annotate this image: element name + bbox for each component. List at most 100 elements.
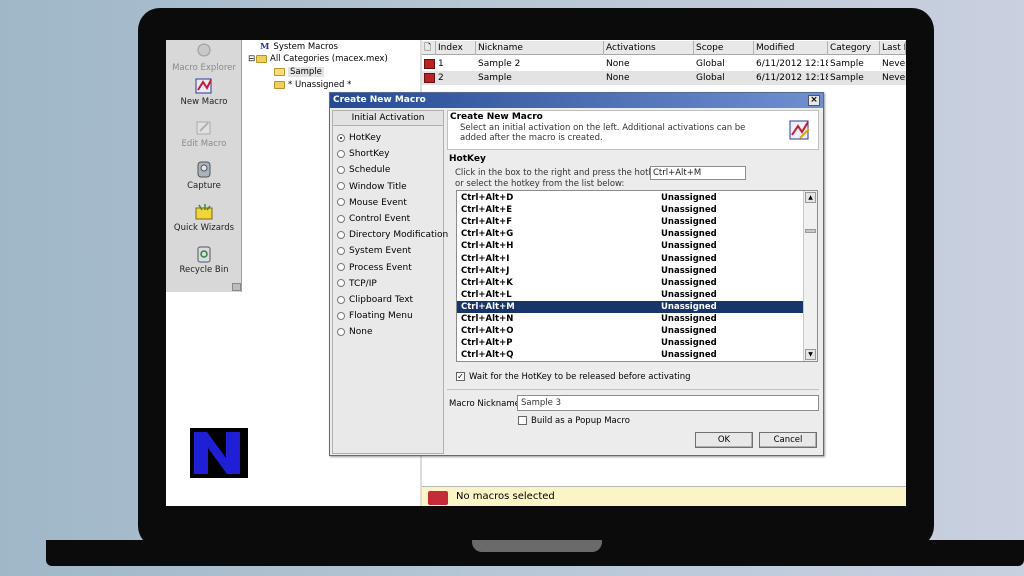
hotkey-row[interactable]: Ctrl+Alt+P Unassigned [457, 337, 803, 349]
cell-activations: None [606, 59, 630, 69]
activation-option[interactable]: Mouse Event [337, 197, 407, 209]
radio-button[interactable] [337, 295, 345, 304]
activation-option[interactable]: Floating Menu [337, 310, 413, 322]
radio-button[interactable] [337, 165, 345, 174]
quick-wizards-button[interactable]: Quick Wizards [166, 202, 242, 233]
column-nickname[interactable]: Nickname [476, 41, 604, 55]
activation-option[interactable]: Directory Modification [337, 229, 448, 241]
cancel-button[interactable]: Cancel [759, 432, 817, 448]
hotkey-row[interactable]: Ctrl+Alt+I Unassigned [457, 253, 803, 265]
activation-option[interactable]: ShortKey [337, 148, 389, 160]
activation-option[interactable]: Control Event [337, 213, 410, 225]
recycle-bin-label: Recycle Bin [179, 265, 229, 275]
capture-button[interactable]: Capture [166, 160, 242, 191]
table-row[interactable]: 1 Sample 2 None Global 6/11/2012 12:18:1… [422, 57, 906, 71]
edit-macro-button[interactable]: Edit Macro [166, 118, 242, 149]
popup-macro-label: Build as a Popup Macro [531, 416, 630, 426]
hotkey-row[interactable]: Ctrl+Alt+M Unassigned [457, 300, 803, 313]
macro-explorer-button[interactable]: Macro Explorer [166, 42, 242, 73]
scroll-thumb[interactable] [805, 229, 816, 233]
hotkey-list-scrollbar[interactable]: ▲ ▼ [803, 191, 817, 361]
hotkey-key: Ctrl+Alt+J [461, 265, 510, 276]
hotkey-row[interactable]: Ctrl+Alt+K Unassigned [457, 277, 803, 289]
popup-macro-option[interactable]: Build as a Popup Macro [518, 416, 630, 426]
popup-macro-checkbox[interactable] [518, 416, 527, 425]
hotkey-assignment: Unassigned [661, 301, 717, 312]
cell-modified: 6/11/2012 12:18:1 [756, 59, 828, 69]
create-macro-header: Create New Macro Select an initial activ… [447, 110, 819, 150]
tree-collapse-icon[interactable]: ⊟ [248, 53, 256, 65]
hotkey-row[interactable]: Ctrl+Alt+J Unassigned [457, 265, 803, 277]
header-description: Select an initial activation on the left… [460, 123, 746, 143]
hotkey-input[interactable]: Ctrl+Alt+M [650, 166, 746, 180]
radio-button[interactable] [337, 311, 345, 320]
scroll-up-button[interactable]: ▲ [805, 192, 816, 203]
radio-button[interactable] [337, 214, 345, 223]
hotkey-row[interactable]: Ctrl+Alt+H Unassigned [457, 240, 803, 252]
activation-option[interactable]: TCP/IP [337, 278, 377, 290]
column-category[interactable]: Category [828, 41, 880, 55]
activation-option[interactable]: Process Event [337, 262, 412, 274]
activation-option[interactable]: Schedule [337, 164, 390, 176]
column-last-run[interactable]: Last R [880, 41, 906, 55]
hotkey-row[interactable]: Ctrl+Alt+L Unassigned [457, 289, 803, 301]
page-icon: 🗋 [424, 43, 432, 53]
folder-icon [256, 54, 267, 63]
new-macro-icon [789, 120, 810, 140]
activation-option[interactable]: HotKey [337, 132, 381, 144]
radio-button[interactable] [337, 279, 345, 288]
hotkey-row[interactable]: Ctrl+Alt+F Unassigned [457, 216, 803, 228]
initial-activation-header: Initial Activation [333, 111, 443, 126]
scroll-down-button[interactable]: ▼ [805, 349, 816, 360]
tree-item-sample[interactable]: Sample [274, 66, 324, 78]
tree-item-system-macros[interactable]: M System Macros [260, 41, 338, 53]
activation-option[interactable]: None [337, 326, 372, 338]
nickname-input[interactable]: Sample 3 [517, 395, 819, 411]
hotkey-row[interactable]: Ctrl+Alt+O Unassigned [457, 325, 803, 337]
activation-option[interactable]: System Event [337, 245, 411, 257]
radio-button[interactable] [337, 198, 345, 207]
radio-button[interactable] [337, 182, 345, 191]
hotkey-row[interactable]: Ctrl+Alt+N Unassigned [457, 313, 803, 325]
cell-scope: Global [696, 59, 725, 69]
wait-for-release-checkbox[interactable]: ✓ [456, 372, 465, 381]
status-text: No macros selected [456, 491, 555, 502]
close-button[interactable]: × [808, 95, 820, 106]
dialog-title-bar[interactable]: Create New Macro × [330, 93, 823, 108]
hotkey-key: Ctrl+Alt+I [461, 253, 510, 264]
radio-button[interactable] [337, 246, 345, 255]
tree-item-unassigned[interactable]: * Unassigned * [274, 79, 351, 91]
radio-button[interactable] [337, 327, 345, 336]
wait-for-release-option[interactable]: ✓ Wait for the HotKey to be released befo… [456, 372, 691, 382]
hotkey-row[interactable]: Ctrl+Alt+G Unassigned [457, 228, 803, 240]
radio-button[interactable] [337, 133, 345, 142]
toolpane-resize-grip[interactable] [232, 283, 241, 291]
activation-label: Window Title [349, 181, 407, 192]
radio-button[interactable] [337, 230, 345, 239]
tree-item-all-categories[interactable]: ⊟ All Categories (macex.mex) [248, 53, 388, 65]
table-row[interactable]: 2 Sample None Global 6/11/2012 12:18:1 S… [422, 71, 906, 85]
column-modified[interactable]: Modified [754, 41, 828, 55]
column-index[interactable]: Index [436, 41, 476, 55]
column-activations[interactable]: Activations [604, 41, 694, 55]
status-bar: No macros selected [422, 486, 906, 506]
hotkey-row[interactable]: Ctrl+Alt+Q Unassigned [457, 349, 803, 361]
radio-button[interactable] [337, 149, 345, 158]
hotkey-list[interactable]: Ctrl+Alt+D Unassigned Ctrl+Alt+E Unassigned… [456, 190, 818, 362]
column-icon[interactable]: 🗋 [422, 41, 436, 55]
radio-button[interactable] [337, 263, 345, 272]
hotkey-row[interactable]: Ctrl+Alt+E Unassigned [457, 204, 803, 216]
recycle-bin-button[interactable]: Recycle Bin [166, 244, 242, 275]
nickname-label: Macro Nickname: [449, 399, 523, 409]
hotkey-key: Ctrl+Alt+G [461, 229, 514, 240]
hotkey-row[interactable]: Ctrl+Alt+D Unassigned [457, 192, 803, 204]
column-scope[interactable]: Scope [694, 41, 754, 55]
category-tree: M System Macros ⊟ All Categories (macex.me… [244, 40, 420, 100]
activation-option[interactable]: Clipboard Text [337, 294, 413, 306]
new-macro-button[interactable]: New Macro [166, 76, 242, 107]
n-logo-icon [190, 428, 248, 478]
new-macro-label: New Macro [180, 97, 228, 107]
activation-label: Schedule [349, 165, 391, 176]
activation-option[interactable]: Window Title [337, 181, 407, 193]
ok-button[interactable]: OK [695, 432, 753, 448]
